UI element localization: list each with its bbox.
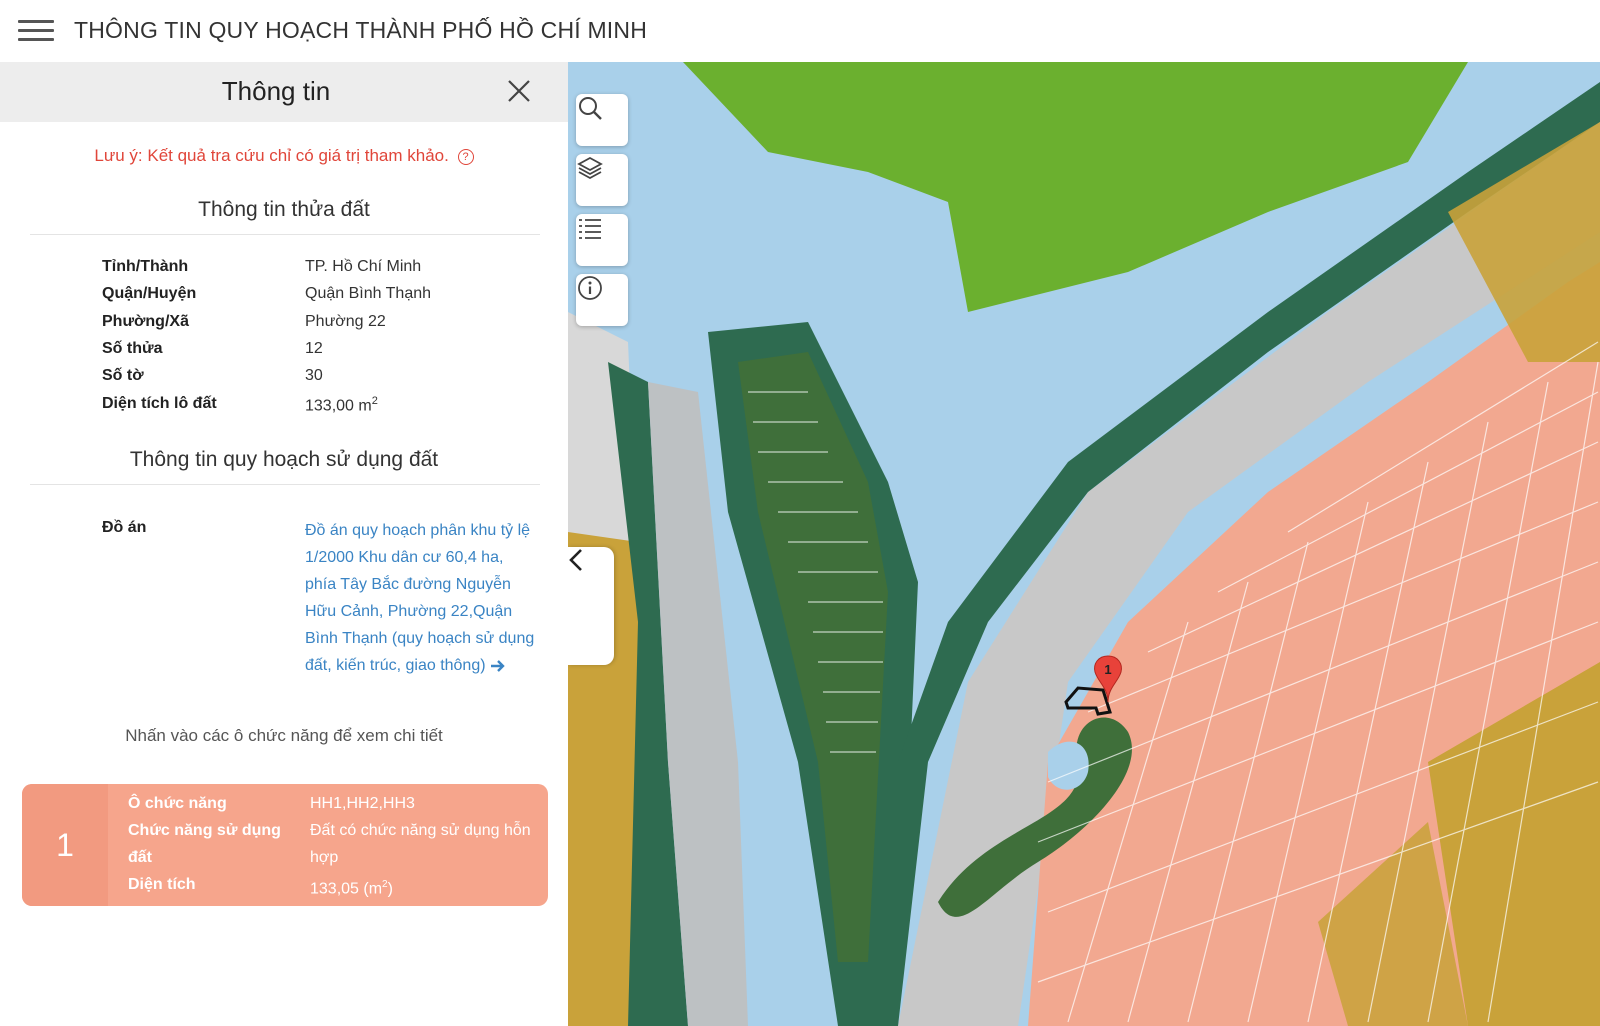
arrow-right-icon[interactable] xyxy=(490,657,506,674)
row-value: 133,00 m2 xyxy=(305,395,378,415)
close-icon[interactable] xyxy=(506,78,532,104)
hint-text: Nhấn vào các ô chức năng để xem chi tiết xyxy=(125,726,443,745)
row-value: 133,05 (m2) xyxy=(310,871,538,902)
row-label: Ô chức năng xyxy=(128,795,227,812)
collapse-panel-button[interactable] xyxy=(568,547,614,665)
marker-label: 1 xyxy=(1104,662,1112,677)
planning-section-title: Thông tin quy hoạch sử dụng đất xyxy=(129,448,439,471)
row-value: 30 xyxy=(305,367,323,384)
panel-title: Thông tin xyxy=(221,76,331,106)
help-icon[interactable]: ? xyxy=(457,148,474,165)
area-value: 133,05 (m xyxy=(310,880,383,898)
parcel-row-province: Tỉnh/Thành TP. Hồ Chí Minh xyxy=(102,258,542,285)
plan-link-text[interactable]: Đồ án quy hoạch phân khu tỷ lệ 1/2000 Kh… xyxy=(305,522,534,674)
plan-link[interactable]: Đồ án quy hoạch phân khu tỷ lệ 1/2000 Kh… xyxy=(305,517,535,679)
legend-button[interactable] xyxy=(576,214,628,266)
plan-label: Đồ án xyxy=(102,519,147,536)
area-suffix: ) xyxy=(387,880,393,898)
row-label: Số thửa xyxy=(102,340,163,357)
planning-map[interactable]: 1 xyxy=(568,62,1600,1026)
parcel-row-district: Quận/Huyện Quận Bình Thạnh xyxy=(102,285,542,312)
row-value: Quận Bình Thạnh xyxy=(305,285,432,302)
app-title: THÔNG TIN QUY HOẠCH THÀNH PHỐ HỒ CHÍ MIN… xyxy=(74,17,648,43)
row-value: Phường 22 xyxy=(305,313,386,330)
row-value: Đất có chức năng sử dụng hỗn hợp xyxy=(310,822,531,866)
row-label: Chức năng sử dụng đất xyxy=(128,822,281,866)
parcel-row-ward: Phường/Xã Phường 22 xyxy=(102,313,542,340)
parcel-row-area: Diện tích lô đất 133,00 m2 xyxy=(102,395,542,422)
app-header: THÔNG TIN QUY HOẠCH THÀNH PHỐ HỒ CHÍ MIN… xyxy=(0,0,1600,62)
parcel-row-sheet-number: Số tờ 30 xyxy=(102,367,542,394)
row-label: Tỉnh/Thành xyxy=(102,258,189,275)
notice-message: Lưu ý: Kết quả tra cứu chỉ có giá trị th… xyxy=(94,146,449,165)
row-value: 12 xyxy=(305,340,323,357)
info-panel: Thông tin Lưu ý: Kết quả tra cứu chỉ có … xyxy=(0,62,569,1026)
map-marker[interactable]: 1 xyxy=(1090,654,1126,704)
divider xyxy=(30,484,540,485)
divider xyxy=(30,234,540,235)
area-unit-sup: 2 xyxy=(371,395,378,407)
area-value: 133,00 m xyxy=(305,397,372,415)
menu-icon[interactable] xyxy=(18,16,54,46)
map-canvas[interactable] xyxy=(568,62,1600,1026)
layers-button[interactable] xyxy=(576,154,628,206)
row-label: Số tờ xyxy=(102,367,144,384)
row-value: HH1,HH2,HH3 xyxy=(310,795,415,812)
row-label: Phường/Xã xyxy=(102,313,189,330)
row-label: Quận/Huyện xyxy=(102,285,197,302)
row-value: TP. Hồ Chí Minh xyxy=(305,258,422,275)
parcel-row-lot-number: Số thửa 12 xyxy=(102,340,542,367)
info-button[interactable] xyxy=(576,274,628,326)
panel-header: Thông tin xyxy=(0,62,568,122)
parcel-section-title: Thông tin thửa đất xyxy=(198,198,370,221)
row-label: Diện tích xyxy=(128,876,196,893)
function-cell-card[interactable]: 1 Ô chức năng HH1,HH2,HH3 Chức năng sử d… xyxy=(22,784,548,906)
search-button[interactable] xyxy=(576,94,628,146)
notice-text: Lưu ý: Kết quả tra cứu chỉ có giá trị th… xyxy=(0,146,568,166)
row-label: Diện tích lô đất xyxy=(102,395,217,412)
function-cell-number: 1 xyxy=(22,784,108,906)
